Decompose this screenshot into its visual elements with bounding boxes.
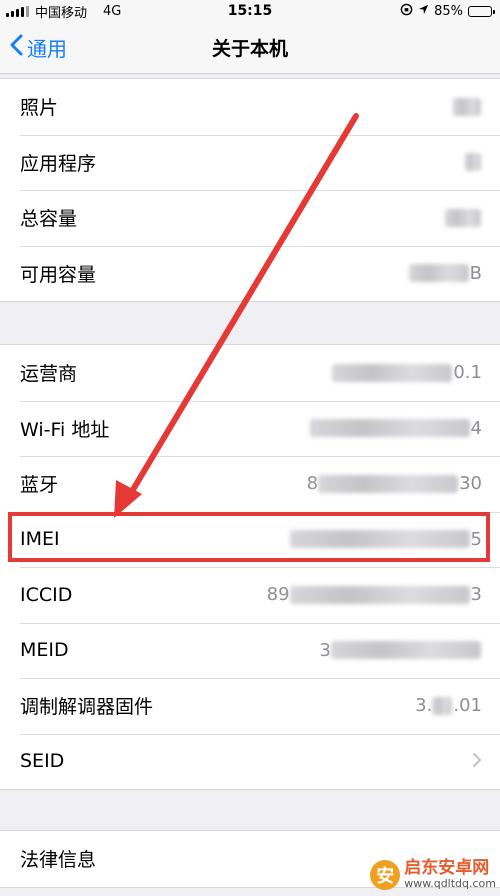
row-available-capacity: 可用容量 B [0, 245, 500, 302]
watermark-url: www.qdltdq.com [404, 876, 496, 890]
row-value [472, 749, 482, 774]
page-title: 关于本机 [211, 38, 288, 60]
row-bluetooth: 蓝牙 8 30 [0, 456, 500, 512]
row-label: 蓝牙 [20, 474, 59, 497]
site-watermark: 安 启东安卓网 www.qdltdq.com [370, 859, 496, 890]
row-total-capacity: 总容量 [0, 190, 500, 246]
hardware-group: 运营商 0.1 Wi-Fi 地址 4 蓝牙 8 30 IMEI 5 ICCID 8… [0, 344, 500, 790]
chevron-left-icon [10, 34, 23, 61]
row-wifi-address: Wi-Fi 地址 4 [0, 400, 500, 457]
row-value [465, 153, 482, 172]
row-iccid: ICCID 89 3 [0, 567, 500, 623]
row-modem-firmware: 调制解调器固件 3. .01 [0, 678, 500, 734]
status-bar: 中国移动 4G 15:15 85% [0, 0, 500, 22]
row-value: 4 [309, 418, 482, 439]
row-label: 应用程序 [20, 152, 97, 175]
watermark-name: 启东安卓网 [404, 858, 490, 879]
row-value: 8 30 [306, 473, 482, 495]
row-label: 运营商 [20, 363, 78, 386]
rotation-lock-icon [400, 3, 413, 20]
chevron-right-icon [472, 749, 482, 774]
location-arrow-icon [418, 4, 429, 19]
row-label: 可用容量 [20, 263, 97, 286]
back-button[interactable]: 通用 [10, 33, 67, 62]
watermark-logo-icon: 安 [370, 859, 401, 890]
row-applications: 应用程序 [0, 134, 500, 191]
row-label: 调制解调器固件 [20, 696, 154, 719]
row-label: SEID [20, 750, 65, 773]
row-value [445, 208, 482, 227]
row-carrier: 运营商 0.1 [0, 345, 500, 401]
row-label: 照片 [20, 97, 59, 120]
row-value: 3. .01 [415, 695, 482, 717]
row-value: B [408, 263, 482, 284]
storage-group: 照片 应用程序 总容量 可用容量 B [0, 78, 500, 302]
row-value: 89 3 [266, 584, 482, 606]
row-value: 3 [320, 640, 482, 661]
row-seid[interactable]: SEID [0, 733, 500, 790]
navigation-bar: 通用 关于本机 [0, 22, 500, 74]
back-label: 通用 [27, 37, 67, 61]
battery-percent: 85% [434, 3, 463, 19]
row-label: ICCID [20, 583, 73, 606]
imei-highlight-box [8, 512, 490, 562]
row-photos: 照片 [0, 79, 500, 135]
row-value [453, 97, 482, 116]
row-label: MEID [20, 639, 69, 662]
row-label: 法律信息 [20, 849, 97, 872]
battery-icon [468, 5, 495, 17]
row-value: 0.1 [332, 362, 482, 383]
row-label: 总容量 [20, 208, 78, 231]
row-label: Wi-Fi 地址 [20, 418, 110, 441]
row-meid: MEID 3 [0, 622, 500, 679]
